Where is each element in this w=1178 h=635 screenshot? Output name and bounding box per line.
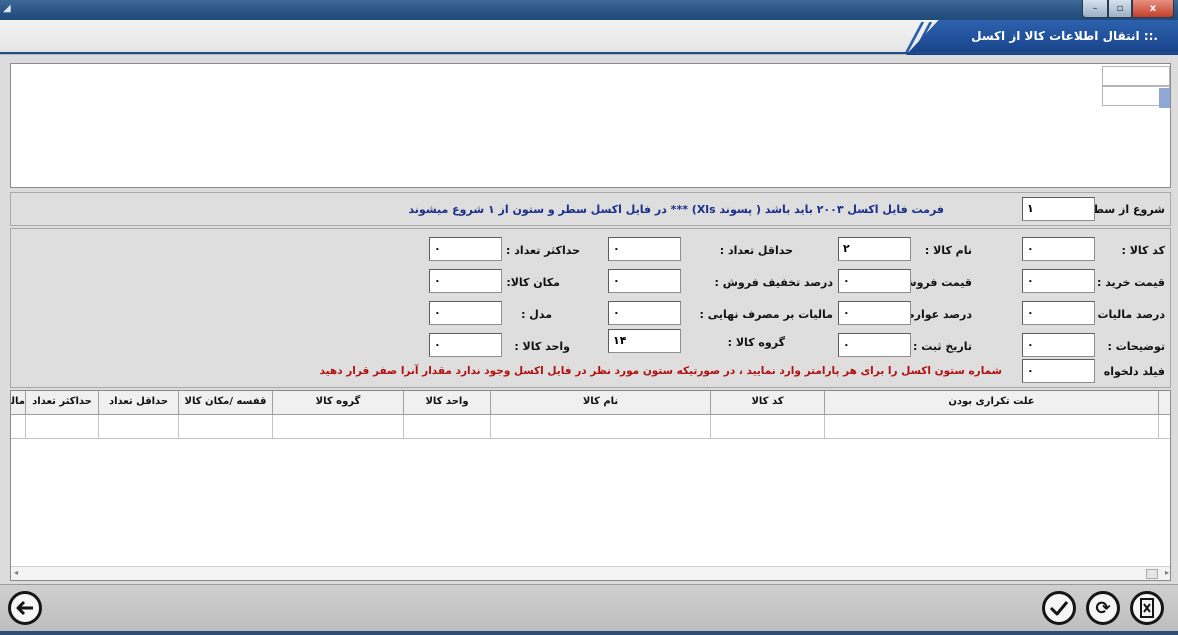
- col-shelf-location[interactable]: قفسه /مکان کالا: [179, 391, 273, 415]
- taskbar-strip: [0, 631, 1178, 635]
- model-label: مدل :: [521, 308, 552, 321]
- max-qty-input[interactable]: ۰: [429, 237, 502, 261]
- purchase-price-input[interactable]: ۰: [1022, 269, 1095, 293]
- item-code-label: کد کالا :: [1121, 244, 1165, 257]
- back-button[interactable]: [8, 591, 42, 625]
- preview-cell[interactable]: [1102, 66, 1170, 86]
- close-button[interactable]: x: [1132, 0, 1174, 18]
- sale-discount-label: درصد تخفیف فروش :: [714, 276, 833, 289]
- grid-header: علت تکراری بودن کد کالا نام کالا واحد کا…: [11, 391, 1170, 415]
- register-date-input[interactable]: ۰: [838, 333, 911, 357]
- register-date-label: تاریخ ثبت :: [913, 340, 972, 353]
- item-group-label: گروه کالا :: [727, 336, 785, 349]
- header-underline: [0, 52, 1178, 54]
- item-name-input[interactable]: ۲: [838, 237, 911, 261]
- col-item-group[interactable]: گروه کالا: [273, 391, 404, 415]
- window-titlebar: ◢ – ▫ x: [0, 0, 1178, 20]
- consumption-tax-label: مالیات بر مصرف نهایی :: [699, 308, 834, 321]
- item-group-input[interactable]: ۱۴: [608, 329, 681, 353]
- item-location-label: مکان کالا:: [506, 276, 560, 289]
- min-qty-label: حداقل تعداد :: [719, 244, 793, 257]
- table-cell[interactable]: [825, 415, 1159, 439]
- col-duplicate-reason[interactable]: علت تکراری بودن: [825, 391, 1159, 415]
- custom-field-input[interactable]: ۰: [1022, 359, 1095, 383]
- excel-file-icon: [1140, 598, 1154, 618]
- preview-scrollbar[interactable]: [1159, 88, 1170, 108]
- col-item-unit[interactable]: واحد کالا: [404, 391, 491, 415]
- min-qty-input[interactable]: ۰: [608, 237, 681, 261]
- arrow-left-circle-icon: [16, 600, 33, 616]
- table-cell[interactable]: [273, 415, 404, 439]
- duplicate-items-grid[interactable]: علت تکراری بودن کد کالا نام کالا واحد کا…: [10, 390, 1171, 581]
- table-cell[interactable]: [26, 415, 99, 439]
- description-input[interactable]: ۰: [1022, 333, 1095, 357]
- table-cell[interactable]: [179, 415, 273, 439]
- col-max-qty[interactable]: حداکثر تعداد: [26, 391, 99, 415]
- col-min-qty[interactable]: حداقل تعداد: [99, 391, 179, 415]
- column-mapping-panel: کد کالا : ۰ قیمت خرید : ۰ درصد مالیات : …: [10, 228, 1171, 388]
- minimize-button[interactable]: –: [1082, 0, 1108, 18]
- grid-horizontal-scrollbar[interactable]: ◂ ▸: [11, 566, 1170, 580]
- item-code-input[interactable]: ۰: [1022, 237, 1095, 261]
- check-circle-icon: [1049, 601, 1069, 616]
- page-title: .:: انتقال اطلاعات کالا از اکسل: [971, 29, 1158, 43]
- scroll-thumb[interactable]: [1146, 569, 1158, 579]
- table-row[interactable]: [11, 415, 1170, 439]
- excel-preview-pane[interactable]: [10, 63, 1171, 188]
- col-item-name[interactable]: نام کالا: [491, 391, 711, 415]
- duty-percent-input[interactable]: ۰: [838, 301, 911, 325]
- sale-discount-input[interactable]: ۰: [608, 269, 681, 293]
- table-cell[interactable]: [99, 415, 179, 439]
- window-controls: – ▫ x: [1082, 0, 1174, 18]
- sale-price-input[interactable]: ۰: [838, 269, 911, 293]
- table-cell[interactable]: [11, 415, 26, 439]
- table-cell[interactable]: [404, 415, 491, 439]
- purchase-price-label: قیمت خرید :: [1096, 276, 1165, 289]
- item-unit-input[interactable]: ۰: [429, 333, 502, 357]
- confirm-button[interactable]: [1042, 591, 1076, 625]
- preview-mini-grid[interactable]: [1102, 66, 1170, 108]
- form-header: .:: انتقال اطلاعات کالا از اکسل: [0, 20, 1178, 55]
- scroll-left-icon[interactable]: ◂: [14, 568, 18, 577]
- app-icon: ◢: [3, 3, 11, 14]
- col-tax[interactable]: مالی: [11, 391, 26, 415]
- consumption-tax-input[interactable]: ۰: [608, 301, 681, 325]
- table-cell[interactable]: [491, 415, 711, 439]
- tax-percent-input[interactable]: ۰: [1022, 301, 1095, 325]
- column-number-hint: شماره ستون اکسل را برای هر پارامتر وارد …: [319, 365, 1002, 377]
- import-excel-button[interactable]: [1130, 591, 1164, 625]
- bottom-toolbar: ⟳: [0, 584, 1178, 635]
- refresh-button[interactable]: ⟳: [1086, 591, 1120, 625]
- item-location-input[interactable]: ۰: [429, 269, 502, 293]
- custom-field-label: فیلد دلخواه: [1103, 365, 1165, 378]
- item-unit-label: واحد کالا :: [514, 340, 570, 353]
- description-label: توضیحات :: [1107, 340, 1166, 353]
- header-title-band: .:: انتقال اطلاعات کالا از اکسل: [906, 20, 1178, 55]
- item-name-label: نام کالا :: [924, 244, 972, 257]
- format-note: فرمت فایل اکسل ۲۰۰۳ باید باشد ( پسوند Xl…: [408, 203, 944, 216]
- model-input[interactable]: ۰: [429, 301, 502, 325]
- table-cell[interactable]: [711, 415, 825, 439]
- start-row-panel: شروع از سطر : ۱ فرمت فایل اکسل ۲۰۰۳ باید…: [10, 192, 1171, 226]
- max-qty-label: حداکثر تعداد :: [506, 244, 580, 257]
- start-row-input[interactable]: ۱: [1022, 197, 1095, 221]
- scroll-right-icon[interactable]: ▸: [1165, 568, 1169, 577]
- tax-percent-label: درصد مالیات :: [1089, 308, 1165, 321]
- maximize-button[interactable]: ▫: [1108, 0, 1132, 18]
- col-item-code[interactable]: کد کالا: [711, 391, 825, 415]
- refresh-circle-icon: ⟳: [1095, 597, 1111, 619]
